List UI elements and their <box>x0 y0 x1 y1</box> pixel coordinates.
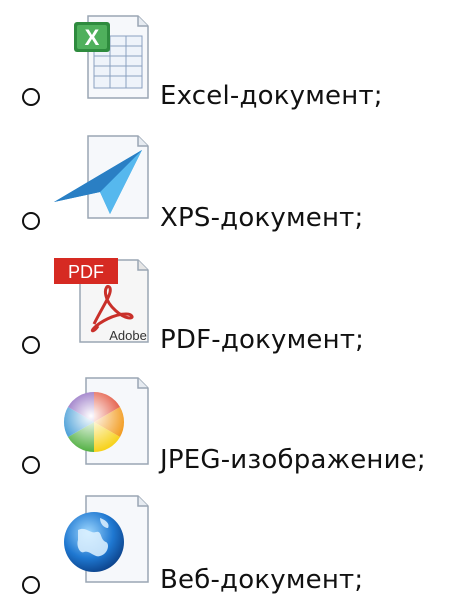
pdf-badge-text: PDF <box>68 262 104 282</box>
list-item-xps: XPS-документ; <box>0 120 473 240</box>
jpeg-image-icon <box>50 364 160 474</box>
list-item-jpeg: JPEG-изображение; <box>0 360 473 480</box>
bullet-icon <box>22 576 40 594</box>
adobe-text: Adobe <box>109 328 147 343</box>
list-item-pdf: PDF Adobe PDF-документ; <box>0 240 473 360</box>
bullet-icon <box>22 88 40 106</box>
excel-document-icon: X <box>50 2 160 112</box>
bullet-icon <box>22 456 40 474</box>
xps-document-icon <box>50 122 160 232</box>
item-label: PDF-документ; <box>160 325 365 355</box>
list-item-web: Веб-документ; <box>0 480 473 600</box>
pdf-document-icon: PDF Adobe <box>50 242 160 352</box>
web-document-icon <box>50 482 160 592</box>
bullet-icon <box>22 212 40 230</box>
item-label: Веб-документ; <box>160 565 364 595</box>
bullet-icon <box>22 336 40 354</box>
item-label: Excel-документ; <box>160 81 383 111</box>
list-item-excel: X Excel-документ; <box>0 0 473 120</box>
item-label: JPEG-изображение; <box>160 445 426 475</box>
item-label: XPS-документ; <box>160 203 364 233</box>
svg-text:X: X <box>85 25 100 50</box>
